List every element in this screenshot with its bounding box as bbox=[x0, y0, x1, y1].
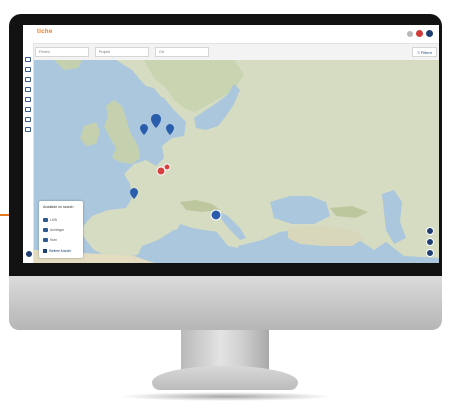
legend-row-trailer[interactable]: Anhänger bbox=[43, 228, 64, 234]
alert-marker[interactable] bbox=[163, 163, 171, 171]
truck-icon bbox=[43, 218, 48, 223]
legend-row-crane[interactable]: Kran bbox=[43, 238, 57, 244]
filter-bar: Firmen Projekt Ort ≡ Filtern bbox=[35, 47, 437, 58]
settings-icon[interactable] bbox=[25, 127, 31, 132]
header-icons bbox=[407, 30, 433, 37]
map-icon[interactable] bbox=[25, 57, 31, 62]
calendar-icon[interactable] bbox=[25, 107, 31, 112]
map[interactable] bbox=[34, 60, 439, 263]
chart-icon[interactable] bbox=[25, 87, 31, 92]
location-filter[interactable]: Ort bbox=[155, 47, 209, 57]
monitor-stand-base bbox=[152, 366, 298, 390]
route-icon[interactable] bbox=[25, 77, 31, 82]
cluster-marker[interactable] bbox=[210, 209, 222, 221]
sidebar bbox=[23, 43, 34, 263]
zoom-out-button[interactable] bbox=[426, 238, 434, 246]
profile-icon[interactable] bbox=[426, 30, 433, 37]
zoom-in-button[interactable] bbox=[426, 227, 434, 235]
company-filter[interactable]: Firmen bbox=[35, 47, 89, 57]
legend-button-label: Weitere Ansicht bbox=[49, 249, 72, 253]
legend-title: Available on search bbox=[43, 205, 74, 209]
app-header: tiche bbox=[23, 25, 439, 44]
vehicle-icon[interactable] bbox=[25, 67, 31, 72]
crane-icon bbox=[43, 238, 48, 243]
view-icon bbox=[43, 249, 47, 254]
trailer-icon bbox=[43, 228, 48, 233]
monitor-stand-neck bbox=[181, 330, 269, 370]
app-logo[interactable]: tiche bbox=[37, 29, 53, 35]
notification-icon[interactable] bbox=[416, 30, 423, 37]
legend-label: LKW bbox=[50, 218, 58, 222]
document-icon[interactable] bbox=[25, 117, 31, 122]
filter-button[interactable]: ≡ Filtern bbox=[412, 47, 437, 57]
menu-toggle-button[interactable] bbox=[25, 250, 33, 258]
location-icon[interactable] bbox=[25, 97, 31, 102]
legend-panel: Available on search LKW Anhänger Kran We… bbox=[39, 201, 83, 258]
user-icon[interactable] bbox=[407, 30, 413, 37]
legend-view-button[interactable]: Weitere Ansicht bbox=[43, 249, 72, 254]
legend-label: Kran bbox=[50, 238, 57, 242]
legend-row-truck[interactable]: LKW bbox=[43, 218, 57, 224]
screen: tiche Firmen Projekt Ort ≡ Filtern Avail… bbox=[23, 25, 439, 263]
legend-label: Anhänger bbox=[50, 228, 65, 232]
stand-shadow bbox=[118, 392, 334, 401]
monitor-chin bbox=[9, 276, 442, 330]
project-filter[interactable]: Projekt bbox=[95, 47, 149, 57]
locate-button[interactable] bbox=[426, 249, 434, 257]
